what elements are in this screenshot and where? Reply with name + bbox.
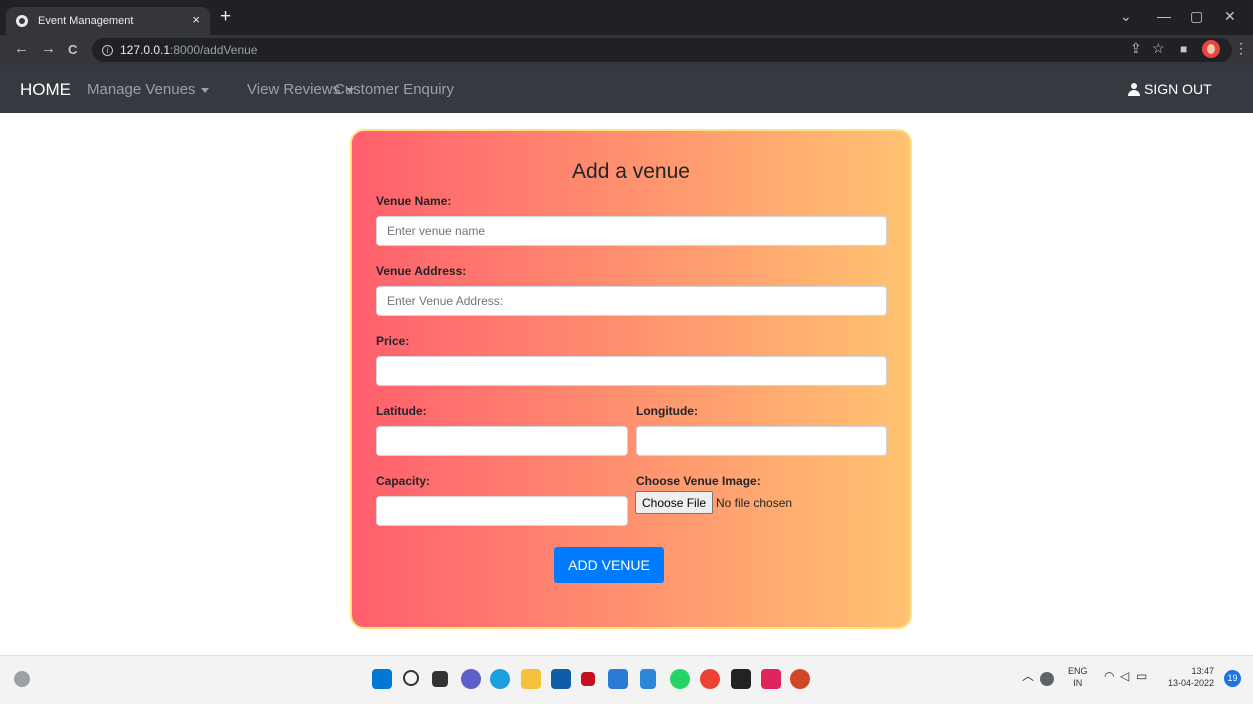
- tray-chevron-icon[interactable]: ︿: [1022, 670, 1034, 682]
- file-status-text: No file chosen: [716, 496, 793, 510]
- price-input[interactable]: [376, 356, 887, 386]
- weather-icon[interactable]: [14, 671, 30, 687]
- tray-app-icon[interactable]: [1040, 672, 1054, 686]
- user-icon: [1128, 82, 1140, 96]
- task-view-icon[interactable]: [432, 671, 448, 687]
- edge-icon[interactable]: [490, 669, 510, 689]
- url-path: :8000/addVenue: [170, 43, 258, 57]
- chat-icon[interactable]: [461, 669, 481, 689]
- reload-icon[interactable]: C: [68, 42, 77, 57]
- browser-tab[interactable]: Event Management ×: [6, 7, 210, 35]
- tab-close-icon[interactable]: ×: [192, 12, 200, 27]
- capacity-input[interactable]: [376, 496, 628, 526]
- add-venue-card: Add a venue Venue Name: Venue Address: P…: [350, 129, 912, 629]
- store-icon[interactable]: [551, 669, 571, 689]
- sign-out-link[interactable]: SIGN OUT: [1128, 81, 1212, 97]
- notepad-icon[interactable]: [640, 669, 656, 689]
- choose-file-button[interactable]: Choose File: [635, 491, 714, 514]
- app-icon[interactable]: [581, 672, 595, 686]
- latitude-label: Latitude:: [376, 404, 427, 418]
- maximize-icon[interactable]: ▢: [1190, 8, 1203, 25]
- browser-tab-strip: Event Management × + ⌄ — ▢ ✕: [0, 0, 1253, 35]
- longitude-label: Longitude:: [636, 404, 698, 418]
- bookmark-star-icon[interactable]: ☆: [1152, 40, 1165, 57]
- clock[interactable]: 13:47 13-04-2022: [1168, 665, 1214, 689]
- site-info-icon[interactable]: i: [102, 44, 113, 56]
- wifi-icon[interactable]: ◠: [1104, 670, 1114, 682]
- search-icon[interactable]: [403, 670, 419, 686]
- sign-out-label: SIGN OUT: [1144, 81, 1212, 97]
- terminal-icon[interactable]: [731, 669, 751, 689]
- nav-manage-venues[interactable]: Manage Venues: [87, 81, 210, 98]
- mail-icon[interactable]: [608, 669, 628, 689]
- add-venue-button[interactable]: ADD VENUE: [554, 547, 664, 583]
- close-window-icon[interactable]: ✕: [1224, 8, 1236, 25]
- start-icon[interactable]: [372, 669, 392, 689]
- venue-address-label: Venue Address:: [376, 264, 467, 278]
- new-tab-button[interactable]: +: [220, 6, 231, 28]
- whatsapp-icon[interactable]: [670, 669, 690, 689]
- venue-name-input[interactable]: [376, 216, 887, 246]
- form-title: Add a venue: [572, 160, 690, 183]
- side-panel-icon[interactable]: ■: [1180, 42, 1187, 56]
- code-editor-icon[interactable]: [761, 669, 781, 689]
- clock-date: 13-04-2022: [1168, 678, 1215, 688]
- nav-customer-enquiry[interactable]: Customer Enquiry: [334, 81, 454, 98]
- venue-name-label: Venue Name:: [376, 194, 452, 208]
- volume-icon[interactable]: ◁: [1120, 670, 1129, 682]
- url-bar[interactable]: i 127.0.0.1:8000/addVenue: [92, 38, 1232, 62]
- minimize-icon[interactable]: —: [1157, 8, 1171, 24]
- longitude-input[interactable]: [636, 426, 887, 456]
- capacity-label: Capacity:: [376, 474, 431, 488]
- notification-badge[interactable]: 19: [1224, 670, 1241, 687]
- profile-avatar[interactable]: [1202, 40, 1220, 58]
- clock-time: 13:47: [1191, 666, 1215, 676]
- chrome-icon[interactable]: [700, 669, 720, 689]
- powerpoint-icon[interactable]: [790, 669, 810, 689]
- back-icon[interactable]: ←: [14, 40, 29, 57]
- caret-down-icon: [201, 87, 210, 93]
- tab-title: Event Management: [38, 15, 134, 27]
- lang-bottom: IN: [1073, 678, 1083, 688]
- windows-taskbar: ︿ ENG IN ◠ ◁ ▭ 13:47 13-04-2022 19: [0, 655, 1253, 704]
- nav-manage-venues-label: Manage Venues: [87, 81, 196, 98]
- address-toolbar: ← → C i 127.0.0.1:8000/addVenue ⇪ ☆ ■ ⋮: [0, 35, 1253, 65]
- venue-address-input[interactable]: [376, 286, 887, 316]
- language-indicator[interactable]: ENG IN: [1068, 665, 1088, 689]
- file-explorer-icon[interactable]: [521, 669, 541, 689]
- venue-image-label: Choose Venue Image:: [636, 474, 761, 488]
- menu-kebab-icon[interactable]: ⋮: [1234, 40, 1248, 57]
- site-navbar: HOME Manage Venues View Reviews Customer…: [0, 65, 1253, 113]
- lang-top: ENG: [1068, 666, 1088, 676]
- share-icon[interactable]: ⇪: [1130, 40, 1142, 57]
- forward-icon[interactable]: →: [41, 40, 56, 57]
- nav-home-link[interactable]: HOME: [20, 80, 71, 100]
- latitude-input[interactable]: [376, 426, 628, 456]
- price-label: Price:: [376, 334, 410, 348]
- globe-icon: [16, 15, 28, 27]
- url-host: 127.0.0.1: [120, 43, 171, 57]
- tab-search-icon[interactable]: ⌄: [1120, 8, 1132, 25]
- nav-view-reviews-label: View Reviews: [247, 81, 341, 98]
- battery-icon[interactable]: ▭: [1136, 670, 1147, 682]
